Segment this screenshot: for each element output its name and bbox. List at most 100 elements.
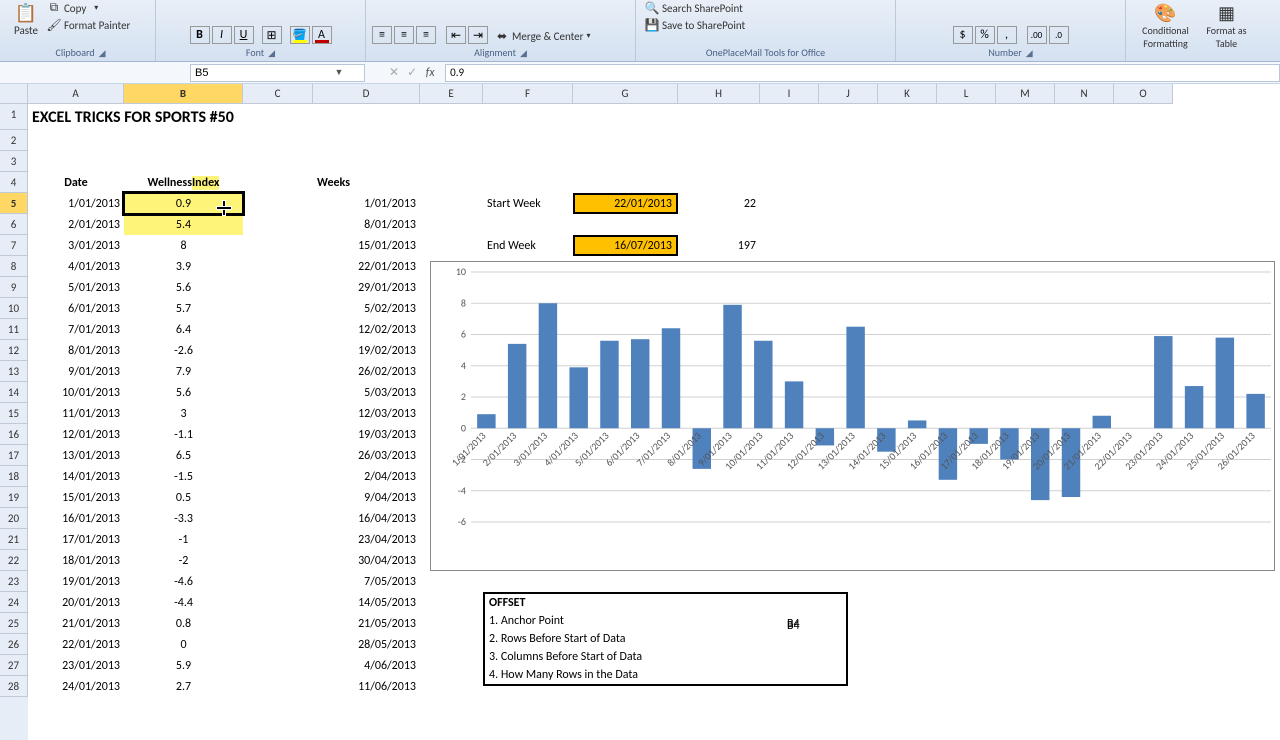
cell-wellness[interactable]: 5.7 — [124, 298, 243, 319]
inc-decimal-button[interactable]: .00 — [1027, 26, 1047, 44]
cell-date[interactable]: 17/01/2013 — [28, 529, 124, 550]
cell-wellness[interactable]: 6.4 — [124, 319, 243, 340]
save-sharepoint-button[interactable]: 💾Save to SharePoint — [642, 17, 748, 33]
row-header[interactable]: 4 — [0, 172, 28, 193]
dialog-launcher-icon[interactable]: ◢ — [268, 48, 275, 59]
cell-week[interactable]: 12/02/2013 — [313, 319, 420, 340]
cell-wellness[interactable]: -1.1 — [124, 424, 243, 445]
cell-week[interactable]: 16/04/2013 — [313, 508, 420, 529]
cell-date[interactable]: 24/01/2013 — [28, 676, 124, 697]
cell-wellness[interactable]: -2.6 — [124, 340, 243, 361]
cell-wellness[interactable]: 6.5 — [124, 445, 243, 466]
cell-wellness[interactable]: 5.9 — [124, 655, 243, 676]
column-header[interactable]: N — [1055, 84, 1114, 104]
row-header[interactable]: 28 — [0, 676, 28, 697]
cell-wellness[interactable]: -1.5 — [124, 466, 243, 487]
column-header[interactable]: H — [678, 84, 760, 104]
row-header[interactable]: 27 — [0, 655, 28, 676]
cell-date[interactable]: 3/01/2013 — [28, 235, 124, 256]
cell-date[interactable]: 13/01/2013 — [28, 445, 124, 466]
cell-wellness[interactable]: 0.8 — [124, 613, 243, 634]
row-header[interactable]: 13 — [0, 361, 28, 382]
select-all-corner[interactable] — [0, 84, 28, 104]
column-header[interactable]: A — [28, 84, 124, 104]
align-center-button[interactable]: ≡ — [394, 26, 414, 44]
row-header[interactable]: 19 — [0, 487, 28, 508]
row-header[interactable]: 23 — [0, 571, 28, 592]
row-header[interactable]: 7 — [0, 235, 28, 256]
cell-wellness[interactable]: -4.6 — [124, 571, 243, 592]
row-header[interactable]: 15 — [0, 403, 28, 424]
cell-week[interactable]: 15/01/2013 — [313, 235, 420, 256]
format-painter-button[interactable]: 🖌Format Painter — [44, 17, 133, 33]
cell-wellness[interactable]: 3 — [124, 403, 243, 424]
cell-date[interactable]: 21/01/2013 — [28, 613, 124, 634]
cell-start-idx[interactable]: 22 — [678, 193, 760, 214]
column-header[interactable]: G — [573, 84, 678, 104]
cell-date[interactable]: 12/01/2013 — [28, 424, 124, 445]
column-header[interactable]: F — [483, 84, 573, 104]
cell-week[interactable]: 11/06/2013 — [313, 676, 420, 697]
row-header[interactable]: 9 — [0, 277, 28, 298]
row-header[interactable]: 5 — [0, 193, 28, 214]
cell-week[interactable]: 5/02/2013 — [313, 298, 420, 319]
border-button[interactable]: ⊞ — [262, 26, 282, 44]
indent-dec-button[interactable]: ⇤ — [446, 26, 466, 44]
cell-week[interactable]: 26/02/2013 — [313, 361, 420, 382]
cell-week[interactable]: 26/03/2013 — [313, 445, 420, 466]
cell-week[interactable]: 7/05/2013 — [313, 571, 420, 592]
cell-week[interactable]: 23/04/2013 — [313, 529, 420, 550]
cell-wellness[interactable]: 7.9 — [124, 361, 243, 382]
underline-button[interactable]: U — [234, 26, 254, 44]
row-header[interactable]: 1 — [0, 104, 28, 130]
cell-wellness[interactable]: 5.4 — [124, 214, 243, 235]
cell-date[interactable]: 14/01/2013 — [28, 466, 124, 487]
enter-icon[interactable]: ✓ — [403, 65, 421, 80]
row-header[interactable]: 11 — [0, 319, 28, 340]
italic-button[interactable]: I — [212, 26, 232, 44]
cell-week[interactable]: 9/04/2013 — [313, 487, 420, 508]
row-header[interactable]: 22 — [0, 550, 28, 571]
cell-week[interactable]: 29/01/2013 — [313, 277, 420, 298]
cell-week[interactable]: 19/02/2013 — [313, 340, 420, 361]
column-header[interactable]: M — [996, 84, 1055, 104]
cell-date[interactable]: 20/01/2013 — [28, 592, 124, 613]
fill-color-button[interactable]: 🪣 — [290, 26, 310, 44]
currency-button[interactable]: $ — [953, 26, 973, 44]
cell-week[interactable]: 14/05/2013 — [313, 592, 420, 613]
cell-date[interactable]: 18/01/2013 — [28, 550, 124, 571]
cell-date[interactable]: 2/01/2013 — [28, 214, 124, 235]
cell-week[interactable]: 30/04/2013 — [313, 550, 420, 571]
cell-end-idx[interactable]: 197 — [678, 235, 760, 256]
cell-wellness[interactable]: 0 — [124, 634, 243, 655]
column-header[interactable]: D — [313, 84, 420, 104]
indent-inc-button[interactable]: ⇥ — [468, 26, 488, 44]
column-header[interactable]: O — [1114, 84, 1173, 104]
fx-icon[interactable]: fx — [421, 66, 439, 80]
cell-date[interactable]: 4/01/2013 — [28, 256, 124, 277]
active-cell[interactable] — [124, 193, 243, 214]
cell-date[interactable]: 16/01/2013 — [28, 508, 124, 529]
cancel-icon[interactable]: ✕ — [385, 65, 403, 80]
dialog-launcher-icon[interactable]: ◢ — [1026, 48, 1033, 59]
align-right-button[interactable]: ≡ — [416, 26, 436, 44]
row-header[interactable]: 6 — [0, 214, 28, 235]
column-header[interactable]: C — [243, 84, 313, 104]
cell-wellness[interactable]: -4.4 — [124, 592, 243, 613]
cell-wellness[interactable]: 8 — [124, 235, 243, 256]
row-header[interactable]: 3 — [0, 151, 28, 172]
paste-button[interactable]: 📋 Paste — [12, 0, 40, 39]
row-header[interactable]: 10 — [0, 298, 28, 319]
column-header[interactable]: E — [420, 84, 483, 104]
cell-week[interactable]: 4/06/2013 — [313, 655, 420, 676]
row-header[interactable]: 17 — [0, 445, 28, 466]
cell-week[interactable]: 19/03/2013 — [313, 424, 420, 445]
conditional-formatting-button[interactable]: 🎨Conditional Formatting — [1132, 0, 1199, 52]
cell-date[interactable]: 22/01/2013 — [28, 634, 124, 655]
percent-button[interactable]: % — [975, 26, 995, 44]
cell-week[interactable]: 21/05/2013 — [313, 613, 420, 634]
align-left-button[interactable]: ≡ — [372, 26, 392, 44]
column-header[interactable]: J — [819, 84, 878, 104]
row-header[interactable]: 24 — [0, 592, 28, 613]
wellness-chart[interactable]: -6-4-202468101/01/20132/01/20133/01/2013… — [430, 261, 1275, 571]
